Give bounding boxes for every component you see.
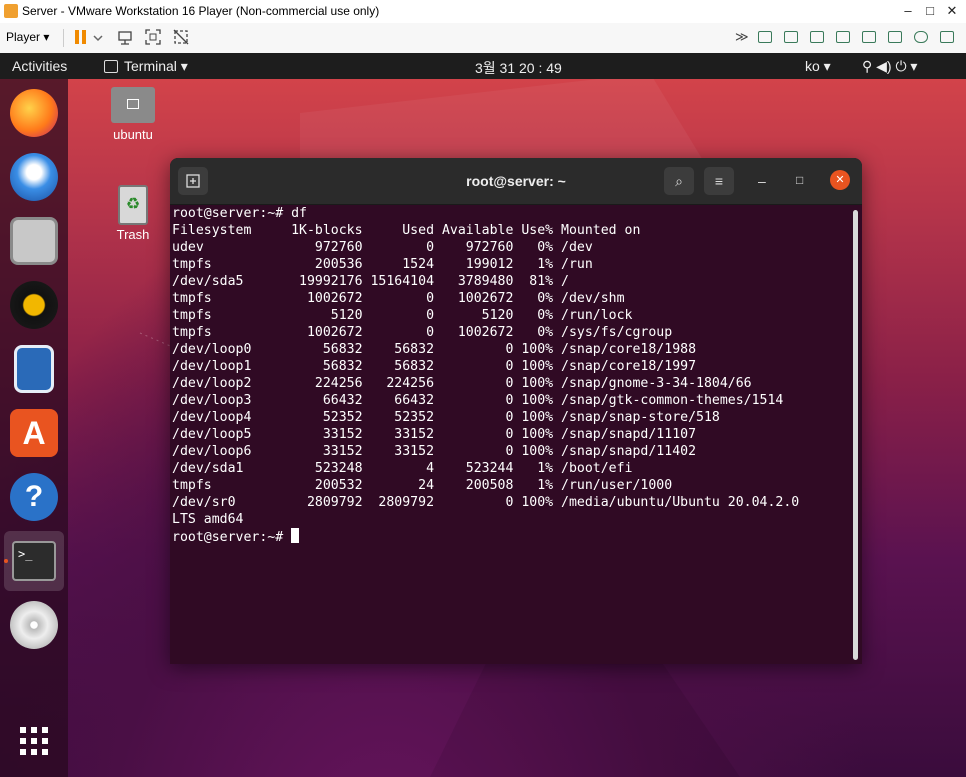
df-header: Filesystem 1K-blocks Used Available Use%… (172, 223, 641, 238)
search-icon: ⌕ (675, 173, 683, 189)
clock[interactable]: 3월 31 20 : 49 (475, 58, 562, 78)
help-icon[interactable]: ? (10, 473, 58, 521)
dvd-icon[interactable] (10, 601, 58, 649)
terminal-headerbar: root@server: ~ ⌕ ≡ – □ ✕ (170, 158, 862, 205)
df-row: /dev/sda1 523248 4 523244 1% /boot/efi (172, 461, 633, 476)
terminal-output[interactable]: root@server:~# df Filesystem 1K-blocks U… (172, 205, 842, 660)
device-network-icon[interactable] (810, 31, 824, 43)
df-row: udev 972760 0 972760 0% /dev (172, 240, 593, 255)
df-row: /dev/loop1 56832 56832 0 100% /snap/core… (172, 359, 697, 374)
df-row: /dev/loop6 33152 33152 0 100% /snap/snap… (172, 444, 697, 459)
trash-shortcut[interactable]: ♻ Trash (103, 185, 163, 242)
ubuntu-dock: A ? >_ (0, 79, 68, 777)
trash-label: Trash (116, 227, 150, 242)
device-display-icon[interactable] (940, 31, 954, 43)
df-row: /dev/sda5 19992176 15164104 3789480 81% … (172, 274, 569, 289)
minimize-button[interactable]: – (898, 2, 918, 20)
df-row: tmpfs 5120 0 5120 0% /run/lock (172, 308, 633, 323)
running-indicator (4, 559, 8, 563)
device-sound-icon[interactable] (862, 31, 876, 43)
input-method-button[interactable]: ko ▾ (805, 58, 831, 75)
activities-button[interactable]: Activities (12, 58, 67, 74)
terminal-window[interactable]: root@server: ~ ⌕ ≡ – □ ✕ root@server:~# … (170, 158, 862, 664)
trash-icon: ♻ (118, 185, 148, 225)
window-title: Server - VMware Workstation 16 Player (N… (22, 4, 380, 18)
show-applications-icon[interactable] (20, 727, 48, 755)
system-menu-button[interactable]: ⚲ ◀) ⏻ ▾ (862, 58, 917, 75)
command-line: root@server:~# df (172, 206, 307, 221)
device-printer-icon[interactable] (888, 31, 902, 43)
terminal-close-button[interactable]: ✕ (830, 170, 850, 190)
terminal-maximize-button[interactable]: □ (796, 173, 803, 187)
libreoffice-writer-icon[interactable] (14, 345, 54, 393)
df-row: /dev/sr0 2809792 2809792 0 100% /media/u… (172, 495, 800, 510)
terminal-minimize-button[interactable]: – (758, 173, 766, 189)
device-cd-icon[interactable] (784, 31, 798, 43)
gnome-top-bar: Activities Terminal ▾ 3월 31 20 : 49 ko ▾… (0, 53, 966, 79)
df-row: /dev/loop2 224256 224256 0 100% /snap/gn… (172, 376, 752, 391)
ubuntu-software-icon[interactable]: A (10, 409, 58, 457)
firefox-icon[interactable] (10, 89, 58, 137)
terminal-scrollbar[interactable] (853, 210, 858, 660)
terminal-icon: >_ (12, 541, 56, 581)
home-folder-label: ubuntu (113, 127, 153, 142)
rhythmbox-icon[interactable] (10, 281, 58, 329)
df-row: /dev/loop5 33152 33152 0 100% /snap/snap… (172, 427, 697, 442)
files-icon[interactable] (10, 217, 58, 265)
unity-icon[interactable] (172, 28, 190, 46)
vmware-app-icon (4, 4, 18, 18)
df-row: /dev/loop3 66432 66432 0 100% /snap/gtk-… (172, 393, 784, 408)
home-folder-shortcut[interactable]: ubuntu (103, 87, 163, 142)
fullscreen-icon[interactable] (144, 28, 162, 46)
device-camera-icon[interactable] (914, 31, 928, 43)
close-button[interactable]: ✕ (942, 2, 962, 20)
vmware-titlebar: Server - VMware Workstation 16 Player (N… (0, 0, 966, 24)
search-button[interactable]: ⌕ (664, 167, 694, 195)
terminal-app-icon (104, 60, 118, 73)
app-menu-button[interactable]: Terminal ▾ (124, 58, 188, 75)
df-row: tmpfs 1002672 0 1002672 0% /dev/shm (172, 291, 625, 306)
df-row: LTS amd64 (172, 512, 244, 527)
home-icon (127, 99, 139, 109)
maximize-button[interactable]: □ (920, 2, 940, 20)
hamburger-menu-icon: ≡ (714, 173, 724, 189)
df-row: tmpfs 200536 1524 199012 1% /run (172, 257, 593, 272)
home-folder-icon (111, 87, 155, 123)
df-row: tmpfs 1002672 0 1002672 0% /sys/fs/cgrou… (172, 325, 673, 340)
df-row: /dev/loop0 56832 56832 0 100% /snap/core… (172, 342, 697, 357)
chevron-down-icon[interactable] (93, 28, 103, 46)
send-keys-icon[interactable] (116, 28, 134, 46)
terminal-dock-active[interactable]: >_ (4, 531, 64, 591)
df-row: /dev/loop4 52352 52352 0 100% /snap/snap… (172, 410, 720, 425)
pause-icon[interactable] (72, 28, 90, 46)
device-usb-icon[interactable] (836, 31, 850, 43)
thunderbird-icon[interactable] (10, 153, 58, 201)
device-hdd-icon[interactable] (758, 31, 772, 43)
player-toolbar: Player ▾ ≫ (0, 23, 966, 54)
hamburger-menu-button[interactable]: ≡ (704, 167, 734, 195)
player-menu-button[interactable]: Player ▾ (6, 30, 49, 44)
vm-screen[interactable]: Activities Terminal ▾ 3월 31 20 : 49 ko ▾… (0, 53, 966, 777)
text-cursor (291, 528, 300, 543)
shell-prompt: root@server:~# (172, 530, 292, 545)
df-row: tmpfs 200532 24 200508 1% /run/user/1000 (172, 478, 673, 493)
double-chevron-icon[interactable]: ≫ (735, 29, 749, 45)
toolbar-divider (63, 29, 64, 47)
